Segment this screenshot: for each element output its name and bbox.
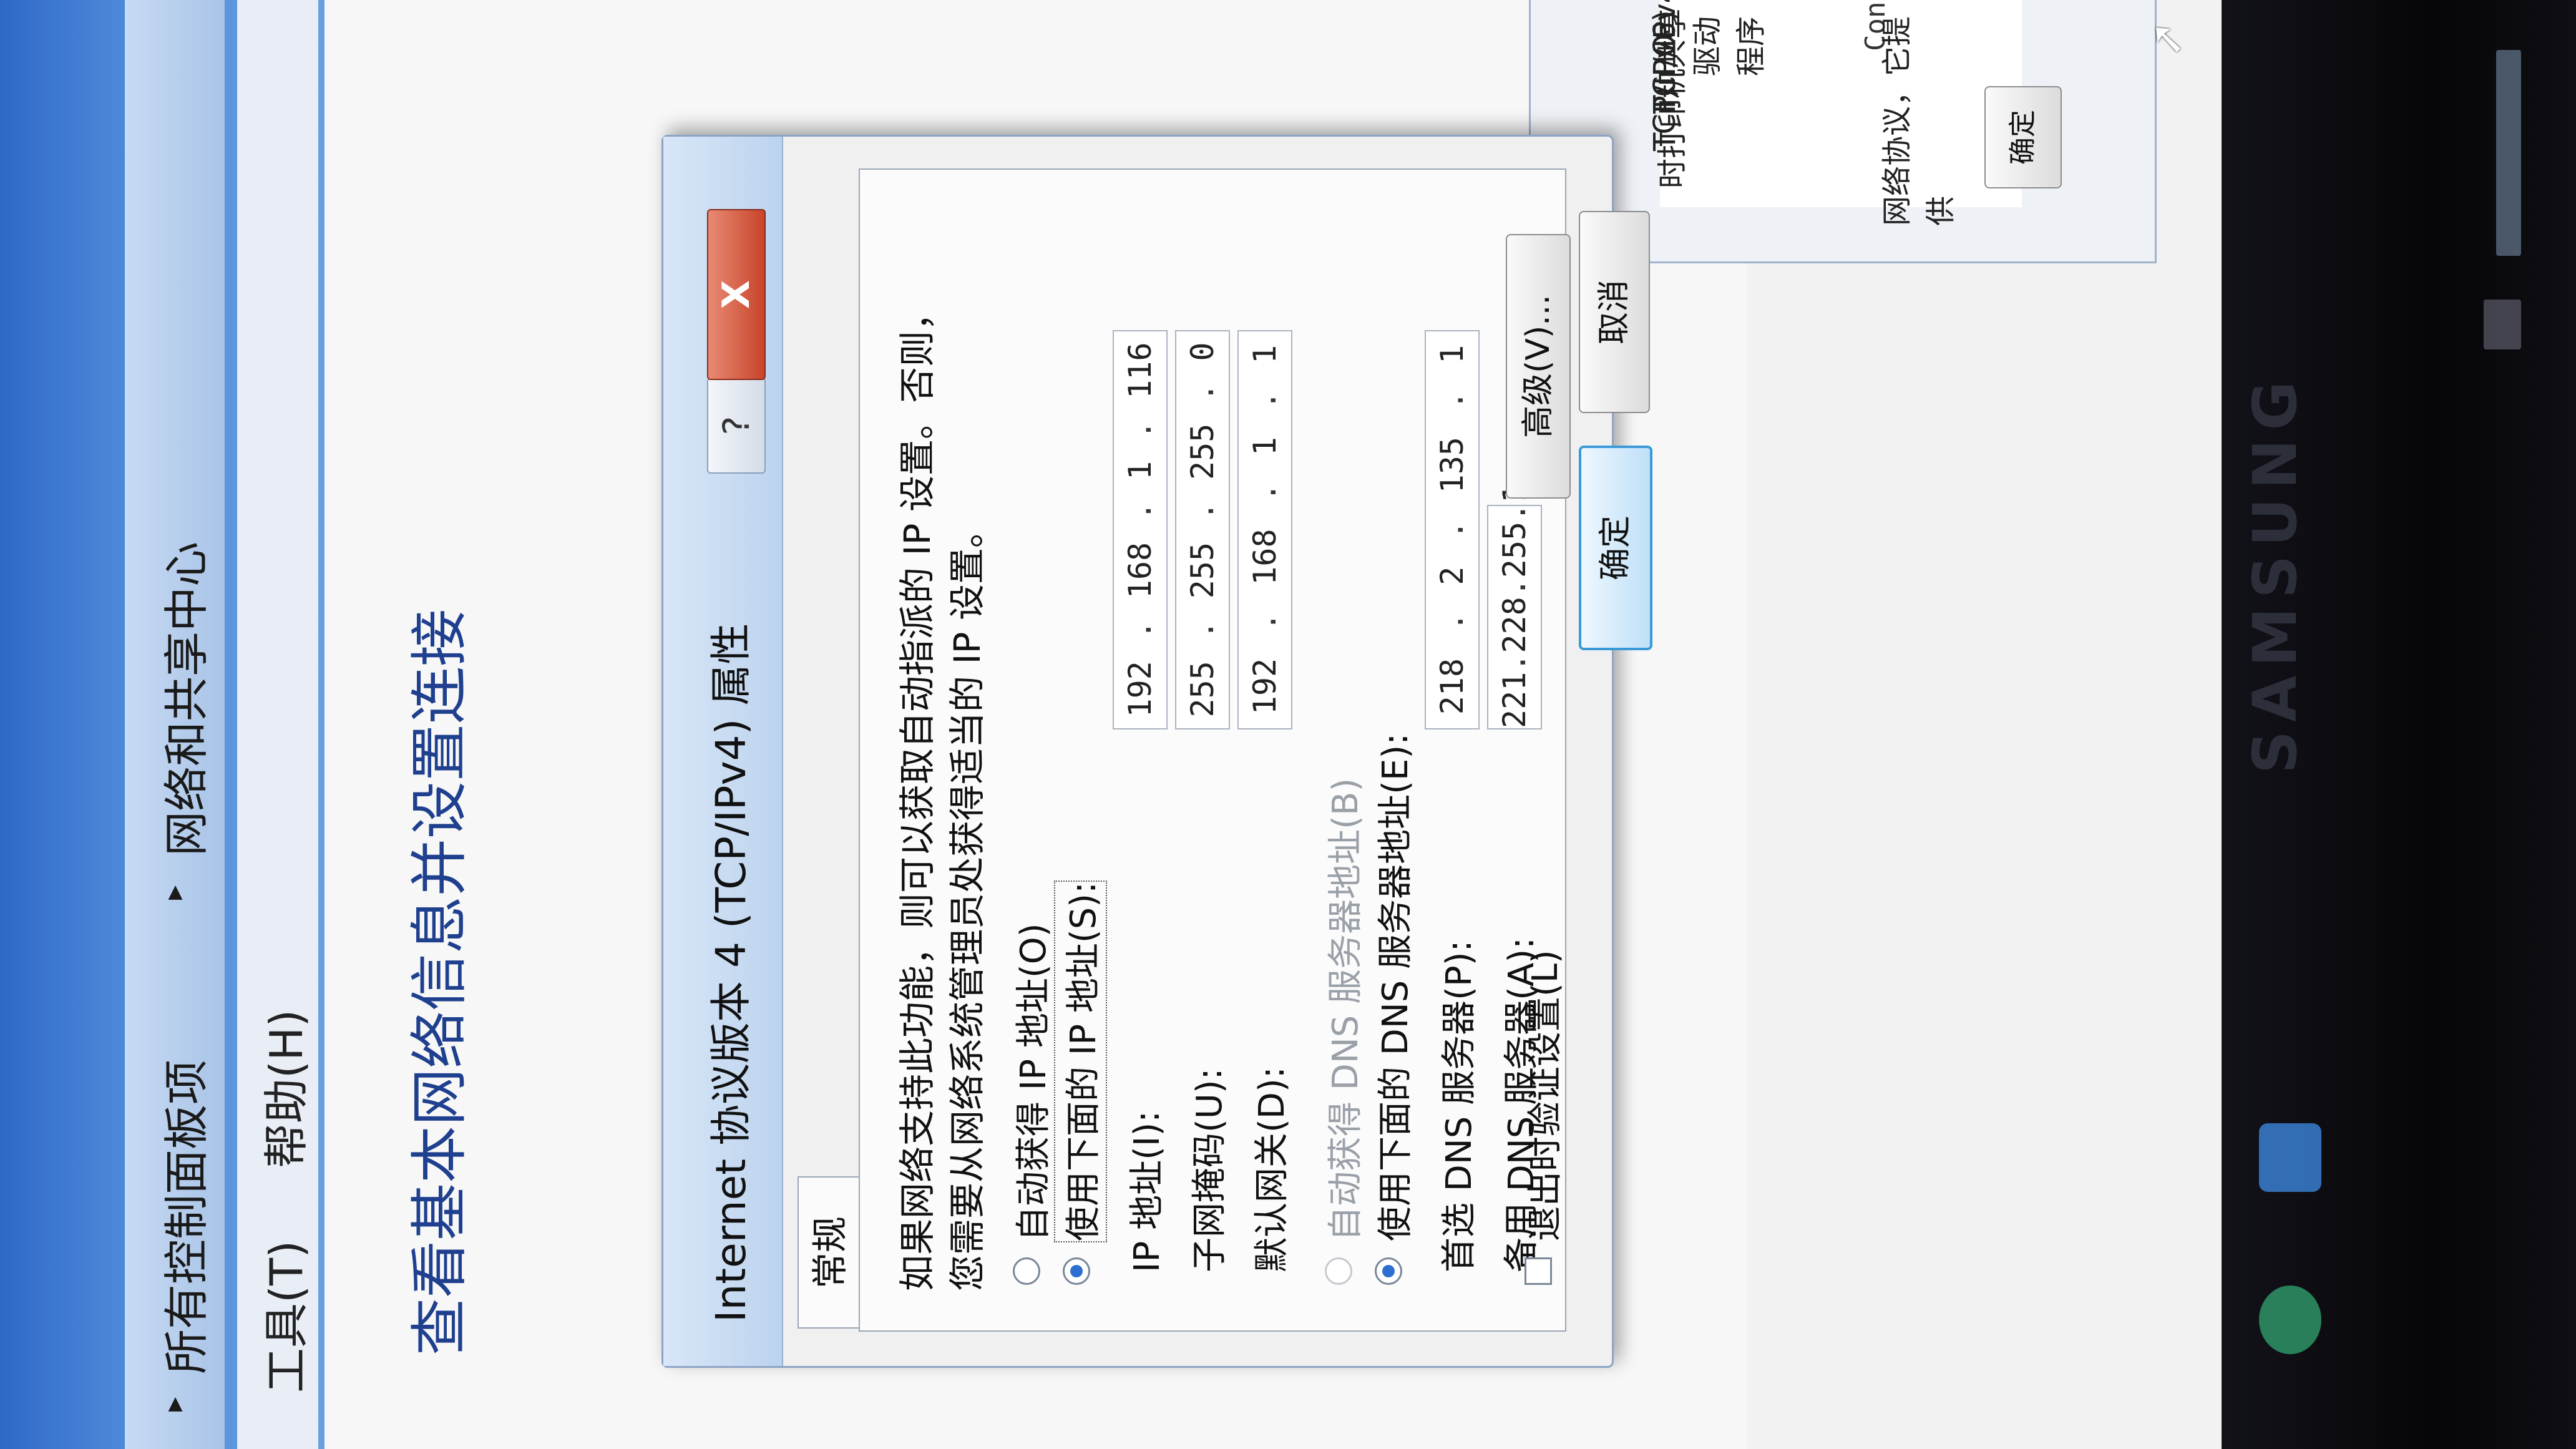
manual-dns-radio[interactable] bbox=[1375, 1257, 1402, 1285]
auto-dns-radio[interactable] bbox=[1325, 1257, 1352, 1285]
breadcrumb-arrow-icon[interactable]: ▸ bbox=[156, 886, 190, 900]
ip-octet: 1 bbox=[1247, 344, 1283, 364]
validate-checkbox[interactable] bbox=[1525, 1257, 1552, 1285]
ok-button[interactable]: 确定 bbox=[1579, 446, 1652, 650]
gateway-label: 默认网关(D): bbox=[1252, 1066, 1292, 1272]
dialog-title: Internet 协议版本 4 (TCP/IPv4) 属性 bbox=[707, 623, 755, 1322]
breadcrumb-control-panel[interactable]: 所有控制面板项 bbox=[150, 1060, 215, 1374]
background-device bbox=[2496, 50, 2521, 256]
manual-ip-label[interactable]: 使用下面的 IP 地址(S): bbox=[1055, 872, 1106, 1251]
gateway-field[interactable]: 192. 168. 1. 1 bbox=[1237, 330, 1292, 729]
menu-bar bbox=[237, 0, 318, 1449]
ip-octet: 168 bbox=[1122, 542, 1158, 599]
ip-octet: 135 bbox=[1434, 437, 1470, 494]
ip-octet: 168 bbox=[1247, 529, 1283, 585]
ip-octet: 1 bbox=[1434, 344, 1470, 364]
intro-text: 您需要从网络系统管理员处获得适当的 IP 设置。 bbox=[946, 512, 988, 1291]
subnet-mask-label: 子网掩码(U): bbox=[1189, 1068, 1230, 1272]
ip-address-label: IP 地址(I): bbox=[1127, 1110, 1168, 1272]
screen: ▸ 所有控制面板项 ▸ 网络和共享中心 工具(T) 帮助(H) 查看基本网络信息… bbox=[0, 0, 2222, 1449]
preferred-dns-label: 首选 DNS 服务器(P): bbox=[1439, 940, 1480, 1273]
breadcrumb-arrow-icon[interactable]: ▸ bbox=[156, 1397, 190, 1412]
intro-text: 如果网络支持此功能，则可以获取自动指派的 IP 设置。否则， bbox=[896, 295, 939, 1291]
ipv4-properties-dialog: Internet 协议版本 4 (TCP/IPv4) 属性 ? X 常规 如果网… bbox=[661, 135, 1614, 1368]
ip-octet: 192 bbox=[1247, 658, 1283, 715]
ip-octet: 255 bbox=[1184, 661, 1221, 718]
auto-ip-label[interactable]: 自动获得 IP 地址(O) bbox=[1005, 923, 1056, 1241]
help-button[interactable]: ? bbox=[707, 378, 766, 474]
ip-octet: 255 bbox=[1184, 542, 1221, 599]
taskbar-media-icon[interactable] bbox=[2259, 1286, 2321, 1354]
ip-octet: 1 bbox=[1247, 437, 1283, 456]
ip-octet: 192 bbox=[1122, 661, 1158, 718]
ip-octet: 116 bbox=[1122, 342, 1158, 399]
mouse-cursor-icon: ➚ bbox=[2140, 21, 2192, 57]
manual-ip-radio[interactable] bbox=[1063, 1257, 1090, 1285]
cancel-button[interactable]: 取消 bbox=[1579, 211, 1650, 413]
ip-octet: 1 bbox=[1122, 461, 1158, 480]
close-button[interactable]: X bbox=[707, 209, 766, 380]
tab-general[interactable]: 常规 bbox=[798, 1176, 861, 1329]
advanced-button[interactable]: 高级(V)... bbox=[1506, 234, 1571, 499]
adapter-description: 网络协议，它提供 bbox=[1880, 16, 1958, 226]
taskbar-app-icon[interactable] bbox=[2259, 1123, 2321, 1192]
menu-tools[interactable]: 工具(T) bbox=[250, 1241, 315, 1393]
menu-help[interactable]: 帮助(H) bbox=[250, 1010, 315, 1168]
auto-ip-radio[interactable] bbox=[1013, 1257, 1040, 1285]
adapter-item[interactable]: I/O 驱动程序 bbox=[1647, 0, 1770, 76]
adapter-ok-button[interactable]: 确定 bbox=[1984, 86, 2062, 188]
page-title: 查看基本网络信息并设置连接 bbox=[406, 608, 473, 1355]
monitor-brand-logo: SAMSUNG bbox=[2240, 372, 2310, 774]
breadcrumb-network-center[interactable]: 网络和共享中心 bbox=[150, 542, 215, 856]
ip-octet: 255 bbox=[1496, 521, 1533, 578]
ip-octet: 221 bbox=[1496, 671, 1533, 728]
manual-dns-label[interactable]: 使用下面的 DNS 服务器地址(E): bbox=[1367, 733, 1418, 1241]
preferred-dns-field[interactable]: 218. 2. 135. 1 bbox=[1425, 330, 1480, 729]
background-device-light bbox=[2484, 300, 2521, 349]
ip-address-field[interactable]: 192. 168. 1. 116 bbox=[1113, 330, 1168, 729]
ip-octet: 255 bbox=[1184, 423, 1221, 480]
auto-dns-label[interactable]: 自动获得 DNS 服务器地址(B) bbox=[1317, 778, 1368, 1241]
alternate-dns-field[interactable]: 221. 228. 255. 1 bbox=[1487, 484, 1542, 729]
ip-octet: 228 bbox=[1496, 597, 1533, 653]
subnet-mask-field[interactable]: 255. 255. 255. 0 bbox=[1175, 330, 1230, 729]
ip-octet: 218 bbox=[1434, 658, 1470, 715]
validate-label[interactable]: 退出时验证设置(L) bbox=[1517, 950, 1568, 1241]
ip-octet: 2 bbox=[1434, 566, 1470, 585]
ip-octet: 0 bbox=[1184, 342, 1221, 361]
